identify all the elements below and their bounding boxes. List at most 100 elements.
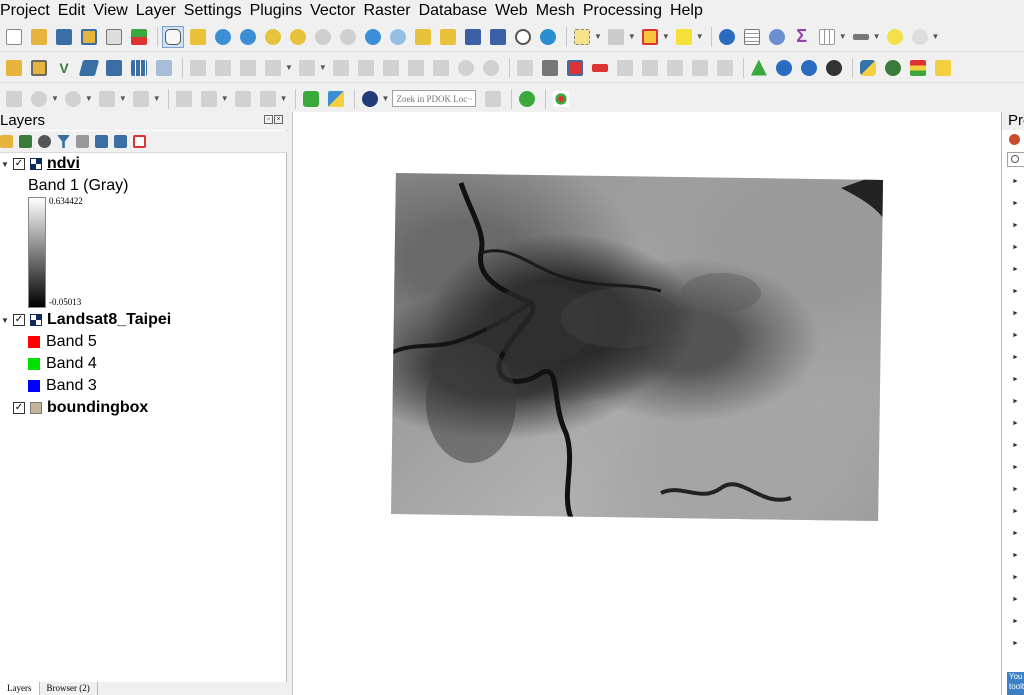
new-geopackage-button[interactable]	[28, 57, 50, 79]
toolbox-search-input[interactable]	[1007, 152, 1024, 167]
add-wms-button[interactable]	[128, 57, 150, 79]
chevron-down-icon[interactable]: ▼	[696, 32, 704, 41]
modify-attributes-button[interactable]	[330, 57, 352, 79]
tree-expand-icon[interactable]: ►	[1012, 178, 1019, 185]
toolbox-gear-icon[interactable]	[1009, 134, 1020, 145]
select-by-value-button[interactable]	[605, 26, 627, 48]
print-layout-button[interactable]	[103, 26, 125, 48]
zoom-full-button[interactable]	[262, 26, 284, 48]
menu-settings[interactable]: Settings	[180, 1, 246, 21]
pan-map-button[interactable]	[162, 25, 184, 48]
menu-raster[interactable]: Raster	[359, 1, 414, 21]
spatial-bookmark-button[interactable]	[462, 26, 484, 48]
pin-labels-button[interactable]	[564, 57, 586, 79]
chevron-down-icon[interactable]: ▼	[873, 32, 881, 41]
eye-icon[interactable]	[38, 135, 51, 148]
zoom-next-button[interactable]	[387, 26, 409, 48]
menu-processing[interactable]: Processing	[579, 1, 666, 21]
split-features-button[interactable]	[232, 88, 254, 110]
data-source-manager-button[interactable]	[3, 57, 25, 79]
tree-expand-icon[interactable]: ►	[1012, 288, 1019, 295]
label-toolbar-button[interactable]	[514, 57, 536, 79]
polygon-tool-button[interactable]	[130, 88, 152, 110]
rotate-label-button[interactable]	[664, 57, 686, 79]
reshape-button[interactable]	[257, 88, 279, 110]
georeferencer-button[interactable]	[773, 57, 795, 79]
menu-vector[interactable]: Vector	[306, 1, 359, 21]
highlight-labels-button[interactable]	[589, 57, 611, 79]
menu-edit[interactable]: Edit	[54, 1, 90, 21]
zoom-native-button[interactable]	[337, 26, 359, 48]
tree-expand-icon[interactable]: ►	[1012, 332, 1019, 339]
vertex-tool-button[interactable]	[296, 57, 318, 79]
add-virtual-layer-button[interactable]	[153, 57, 175, 79]
select-location-button[interactable]	[673, 26, 695, 48]
save-edits-button[interactable]	[237, 57, 259, 79]
tab-layers[interactable]: Layers	[0, 682, 40, 695]
pdok-locator-button[interactable]	[359, 88, 381, 110]
measure-button[interactable]	[850, 26, 872, 48]
float-panel-icon[interactable]: ▫	[264, 115, 273, 124]
menu-project[interactable]: Project	[0, 1, 54, 21]
chevron-down-icon[interactable]: ▼	[280, 94, 288, 103]
add-mesh-button[interactable]	[103, 57, 125, 79]
identify-features-button[interactable]	[716, 26, 738, 48]
collapse-arrow-icon[interactable]: ▼	[0, 316, 10, 325]
add-vector-button[interactable]: V	[53, 57, 75, 79]
tree-expand-icon[interactable]: ►	[1012, 376, 1019, 383]
tree-expand-icon[interactable]: ►	[1012, 618, 1019, 625]
undo-button[interactable]	[455, 57, 477, 79]
menu-plugins[interactable]: Plugins	[246, 1, 306, 21]
tree-expand-icon[interactable]: ►	[1012, 486, 1019, 493]
delete-selected-button[interactable]	[355, 57, 377, 79]
chevron-down-icon[interactable]: ▼	[839, 32, 847, 41]
paste-features-button[interactable]	[430, 57, 452, 79]
style-manager-button[interactable]	[128, 26, 150, 48]
plugin-button-b[interactable]	[907, 57, 929, 79]
copy-features-button[interactable]	[405, 57, 427, 79]
menu-help[interactable]: Help	[666, 1, 707, 21]
style-brush-icon[interactable]	[0, 135, 13, 148]
tree-expand-icon[interactable]: ►	[1012, 464, 1019, 471]
layer-item-landsat8-taipei[interactable]: ▼ ✓ Landsat8_Taipei	[0, 309, 287, 331]
tree-expand-icon[interactable]: ►	[1012, 222, 1019, 229]
cut-features-button[interactable]	[380, 57, 402, 79]
tree-expand-icon[interactable]: ►	[1012, 354, 1019, 361]
pan-to-selection-button[interactable]	[187, 26, 209, 48]
tab-browser[interactable]: Browser (2)	[40, 682, 98, 695]
zoom-out-button[interactable]	[237, 26, 259, 48]
zoom-selection-button[interactable]	[287, 26, 309, 48]
show-bookmarks-button[interactable]	[487, 26, 509, 48]
tree-expand-icon[interactable]: ►	[1012, 200, 1019, 207]
refresh-button[interactable]	[537, 26, 559, 48]
zoom-in-button[interactable]	[212, 26, 234, 48]
show-hide-labels-button[interactable]	[614, 57, 636, 79]
tree-expand-icon[interactable]: ►	[1012, 310, 1019, 317]
clear-locator-button[interactable]	[482, 88, 504, 110]
chevron-down-icon[interactable]: ▼	[119, 94, 127, 103]
geometry-checker-button[interactable]	[748, 57, 770, 79]
chevron-down-icon[interactable]: ▼	[285, 63, 293, 72]
tree-expand-icon[interactable]: ►	[1012, 574, 1019, 581]
network-plugin-button[interactable]	[550, 88, 572, 110]
close-icon[interactable]: ×	[274, 115, 283, 124]
annotation-button[interactable]	[909, 26, 931, 48]
layer-labeling-button[interactable]	[539, 57, 561, 79]
chevron-down-icon[interactable]: ▼	[153, 94, 161, 103]
rectangle-tool-button[interactable]	[96, 88, 118, 110]
temporal-controller-button[interactable]	[512, 26, 534, 48]
collapse-all-icon[interactable]	[114, 135, 127, 148]
toggle-editing-button[interactable]	[212, 57, 234, 79]
statistics-button[interactable]: Σ	[791, 26, 813, 48]
chevron-down-icon[interactable]: ▼	[932, 32, 940, 41]
chevron-down-icon[interactable]: ▼	[628, 32, 636, 41]
chevron-down-icon[interactable]: ▼	[662, 32, 670, 41]
change-label-button[interactable]	[689, 57, 711, 79]
menu-view[interactable]: View	[89, 1, 131, 21]
attribute-table-button[interactable]	[741, 26, 763, 48]
layer-visibility-checkbox[interactable]: ✓	[13, 314, 25, 326]
new-project-button[interactable]	[3, 26, 25, 48]
current-edits-button[interactable]	[187, 57, 209, 79]
filter-expression-icon[interactable]	[76, 135, 89, 148]
tree-expand-icon[interactable]: ►	[1012, 596, 1019, 603]
